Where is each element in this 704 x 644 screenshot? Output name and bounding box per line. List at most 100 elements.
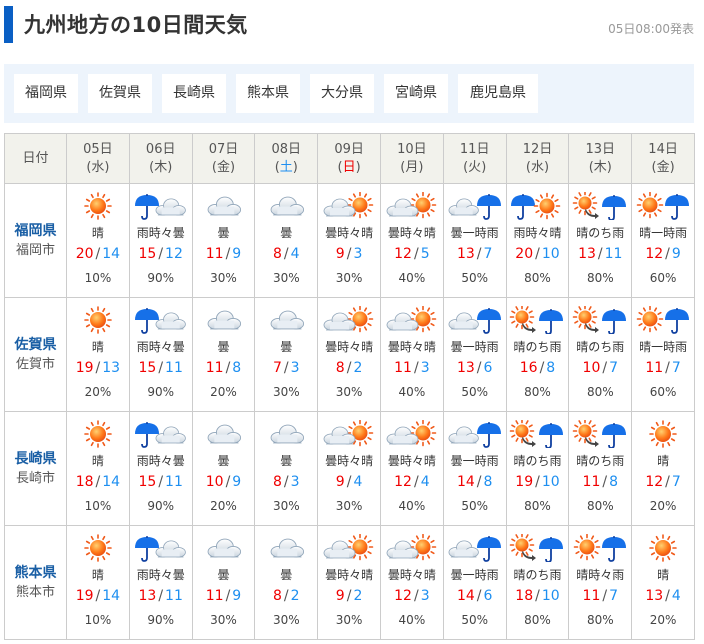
temperature: 8/3 <box>255 470 317 494</box>
precipitation-probability: 80% <box>524 384 551 399</box>
temp-separator: / <box>413 473 419 490</box>
cloudy-occasional-rain-icon <box>444 192 506 220</box>
forecast-cell: 雨時々晴 20/10 80% <box>505 183 570 298</box>
prefecture-link[interactable]: 福岡県 <box>5 221 66 241</box>
location-cell: 長崎県 長崎市 <box>4 411 67 526</box>
weather-text: 雨時々晴 <box>513 225 562 240</box>
prefecture-link-nagasaki[interactable]: 長崎県 <box>162 74 226 113</box>
prefecture-link-oita[interactable]: 大分県 <box>310 74 374 113</box>
date-header: 13日 (木) <box>568 133 633 184</box>
forecast-cell: 曇時々晴 12/3 40% <box>379 525 444 640</box>
city-name: 熊本市 <box>15 584 55 600</box>
umbrella-shape <box>476 307 501 334</box>
min-temp: 14 <box>102 587 121 604</box>
forecast-cell: 晴のち雨 18/10 80% <box>505 525 570 640</box>
min-temp: 2 <box>290 587 300 604</box>
issued-time: 05日08:00発表 <box>608 22 694 36</box>
sun-shape <box>84 305 112 334</box>
max-temp: 15 <box>138 359 157 376</box>
weather-text: 曇時々晴 <box>325 567 374 582</box>
max-temp: 11 <box>394 359 412 376</box>
prefecture-link-miyazaki[interactable]: 宮崎県 <box>384 74 448 113</box>
prefecture-link-kumamoto[interactable]: 熊本県 <box>236 74 300 113</box>
date-header-row: 日付 05日 (水) 06日 (木) 07日 (金) 08日 (土) 09日 (日) 10日 (月) 1… <box>4 133 695 184</box>
forecast-cell: 曇時々晴 9/4 30% <box>317 411 381 526</box>
location-cell: 福岡県 福岡市 <box>4 183 67 298</box>
prefecture-link[interactable]: 佐賀県 <box>5 335 66 355</box>
temp-separator: / <box>476 359 482 376</box>
temp-separator: / <box>346 587 352 604</box>
sunny-then-rain-icon <box>569 305 631 334</box>
max-temp: 9 <box>335 587 345 604</box>
weather-text: 曇時々晴 <box>387 567 436 582</box>
min-temp: 9 <box>232 473 242 490</box>
forecast-cell: 曇一時雨 14/8 50% <box>442 411 507 526</box>
cloud-shape <box>386 540 419 558</box>
forecast-cell: 曇一時雨 14/6 50% <box>442 525 507 640</box>
min-temp: 4 <box>290 245 300 262</box>
cloudy-sometimes-sunny-icon <box>318 419 380 448</box>
temp-separator: / <box>95 359 101 376</box>
precipitation-probability: 20% <box>84 384 112 399</box>
temp-separator: / <box>665 245 670 262</box>
weather-text: 晴 <box>91 225 104 240</box>
weekday-label: (土) <box>274 159 298 175</box>
cloudy-sometimes-sunny-icon <box>318 305 380 334</box>
temperature: 11/7 <box>632 356 694 380</box>
forecast-cell: 晴一時雨 12/9 60% <box>631 183 695 298</box>
max-temp: 18 <box>75 473 94 490</box>
cloud-shape <box>155 540 186 557</box>
temperature: 13/4 <box>632 584 694 608</box>
weather-text: 曇時々晴 <box>387 339 436 354</box>
weather-text: 曇一時雨 <box>450 453 499 468</box>
weekday-char: 月 <box>405 159 419 175</box>
prefecture-link[interactable]: 長崎県 <box>5 449 66 469</box>
forecast-cell: 晴 13/4 20% <box>631 525 695 640</box>
cloudy-occasional-rain-icon <box>444 420 506 448</box>
weather-text: 曇一時雨 <box>450 339 499 354</box>
then-arrow <box>585 208 600 219</box>
weekday-label: (木) <box>149 159 173 175</box>
cloud-shape <box>323 312 356 330</box>
prefecture-link-saga[interactable]: 佐賀県 <box>88 74 152 113</box>
max-temp: 8 <box>273 587 282 604</box>
max-temp: 8 <box>273 245 282 262</box>
umbrella-shape <box>476 535 501 562</box>
city-name: 長崎市 <box>15 470 55 486</box>
weather-text: 晴一時雨 <box>639 339 688 354</box>
min-temp: 7 <box>671 473 681 490</box>
prefecture-link-kagoshima[interactable]: 鹿児島県 <box>458 74 538 113</box>
date-header: 08日 (土) <box>254 133 319 184</box>
prefecture-link-fukuoka[interactable]: 福岡県 <box>14 74 78 113</box>
precipitation-probability: 90% <box>147 270 175 285</box>
date-header: 14日 (金) <box>631 133 695 184</box>
date-header: 12日 (水) <box>505 133 570 184</box>
weather-text: 晴のち雨 <box>513 567 562 582</box>
cloudy-icon <box>193 534 255 562</box>
sun-shape <box>84 191 112 220</box>
temperature: 11/9 <box>193 584 255 608</box>
temperature: 10/9 <box>193 470 255 494</box>
temp-separator: / <box>602 359 608 376</box>
date-header: 05日 (水) <box>66 133 130 184</box>
max-temp: 14 <box>456 473 475 490</box>
sunny-icon <box>632 533 694 562</box>
weather-text: 曇一時雨 <box>450 567 499 582</box>
precipitation-probability: 90% <box>147 612 175 627</box>
prefecture-link[interactable]: 熊本県 <box>5 563 66 583</box>
max-temp: 10 <box>582 359 601 376</box>
cloud-shape <box>155 426 186 443</box>
sunny-icon <box>67 305 129 334</box>
precipitation-probability: 60% <box>649 384 677 399</box>
temp-separator: / <box>225 587 231 604</box>
min-temp: 8 <box>232 359 242 376</box>
cloud-shape <box>155 198 186 215</box>
weekday-char: 水 <box>530 159 544 175</box>
forecast-cell: 晴のち雨 11/8 80% <box>568 411 633 526</box>
forecast-cell: 晴のち雨 19/10 80% <box>505 411 570 526</box>
temp-separator: / <box>283 473 289 490</box>
sun-shape <box>510 419 535 443</box>
sunny-then-rain-icon <box>507 419 569 448</box>
cloudy-sometimes-sunny-icon <box>381 533 443 562</box>
temp-separator: / <box>413 359 419 376</box>
